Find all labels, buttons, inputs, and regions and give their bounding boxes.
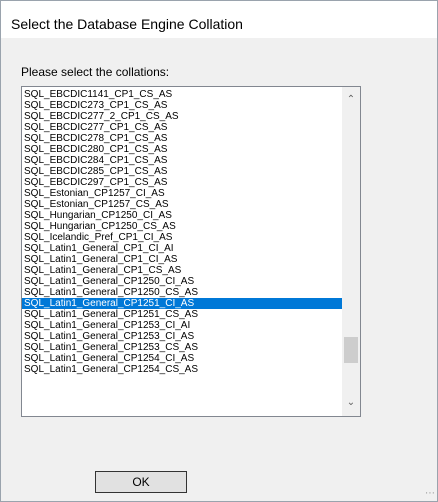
- chevron-up-icon[interactable]: ⌃: [342, 91, 360, 109]
- collation-list-item[interactable]: SQL_Latin1_General_CP1250_CI_AS: [22, 276, 342, 287]
- collation-listbox[interactable]: SQL_EBCDIC1141_CP1_CS_AS SQL_EBCDIC273_CP…: [21, 86, 361, 417]
- resize-grip-icon[interactable]: ⋯: [425, 489, 435, 499]
- collation-dialog: Select the Database Engine Collation Ple…: [0, 0, 438, 502]
- collation-list-item[interactable]: SQL_EBCDIC1141_CP1_CS_AS: [22, 89, 342, 100]
- collation-list-item[interactable]: SQL_EBCDIC273_CP1_CS_AS: [22, 100, 342, 111]
- collation-list-item[interactable]: SQL_Latin1_General_CP1_CS_AS: [22, 265, 342, 276]
- collation-list-item[interactable]: SQL_Hungarian_CP1250_CI_AS: [22, 210, 342, 221]
- collation-list-item[interactable]: SQL_EBCDIC285_CP1_CS_AS: [22, 166, 342, 177]
- vertical-scrollbar[interactable]: ⌃ ⌄: [342, 87, 360, 416]
- collation-prompt-label: Please select the collations:: [21, 65, 170, 79]
- collation-list-item[interactable]: SQL_Estonian_CP1257_CI_AS: [22, 188, 342, 199]
- collation-list-item[interactable]: SQL_Estonian_CP1257_CS_AS: [22, 199, 342, 210]
- collation-list-item[interactable]: SQL_EBCDIC277_2_CP1_CS_AS: [22, 111, 342, 122]
- scrollbar-thumb[interactable]: [344, 336, 358, 363]
- dialog-title: Select the Database Engine Collation: [11, 16, 243, 32]
- collation-list[interactable]: SQL_EBCDIC1141_CP1_CS_AS SQL_EBCDIC273_CP…: [22, 89, 342, 375]
- collation-list-item[interactable]: SQL_EBCDIC278_CP1_CS_AS: [22, 133, 342, 144]
- collation-list-item[interactable]: SQL_Latin1_General_CP1_CI_AI: [22, 243, 342, 254]
- collation-list-item[interactable]: SQL_Latin1_General_CP1250_CS_AS: [22, 287, 342, 298]
- collation-list-item[interactable]: SQL_Latin1_General_CP1_CI_AS: [22, 254, 342, 265]
- collation-list-item[interactable]: SQL_Latin1_General_CP1251_CS_AS: [22, 309, 342, 320]
- collation-list-item[interactable]: SQL_Latin1_General_CP1254_CI_AS: [22, 353, 342, 364]
- collation-list-item[interactable]: SQL_EBCDIC297_CP1_CS_AS: [22, 177, 342, 188]
- collation-list-item[interactable]: SQL_EBCDIC277_CP1_CS_AS: [22, 122, 342, 133]
- collation-list-item[interactable]: SQL_Hungarian_CP1250_CS_AS: [22, 221, 342, 232]
- collation-list-item[interactable]: SQL_Latin1_General_CP1251_CI_AS: [22, 298, 342, 309]
- collation-list-item[interactable]: SQL_Latin1_General_CP1253_CI_AS: [22, 331, 342, 342]
- collation-list-item[interactable]: SQL_EBCDIC280_CP1_CS_AS: [22, 144, 342, 155]
- chevron-down-icon[interactable]: ⌄: [342, 394, 360, 412]
- collation-list-item[interactable]: SQL_Latin1_General_CP1253_CS_AS: [22, 342, 342, 353]
- collation-list-item[interactable]: SQL_Latin1_General_CP1253_CI_AI: [22, 320, 342, 331]
- collation-list-item[interactable]: SQL_Icelandic_Pref_CP1_CI_AS: [22, 232, 342, 243]
- window-top-edge: [1, 1, 437, 8]
- collation-list-item[interactable]: SQL_EBCDIC284_CP1_CS_AS: [22, 155, 342, 166]
- ok-button[interactable]: OK: [95, 471, 187, 493]
- collation-list-item[interactable]: SQL_Latin1_General_CP1254_CS_AS: [22, 364, 342, 375]
- title-bar[interactable]: Select the Database Engine Collation: [1, 8, 437, 38]
